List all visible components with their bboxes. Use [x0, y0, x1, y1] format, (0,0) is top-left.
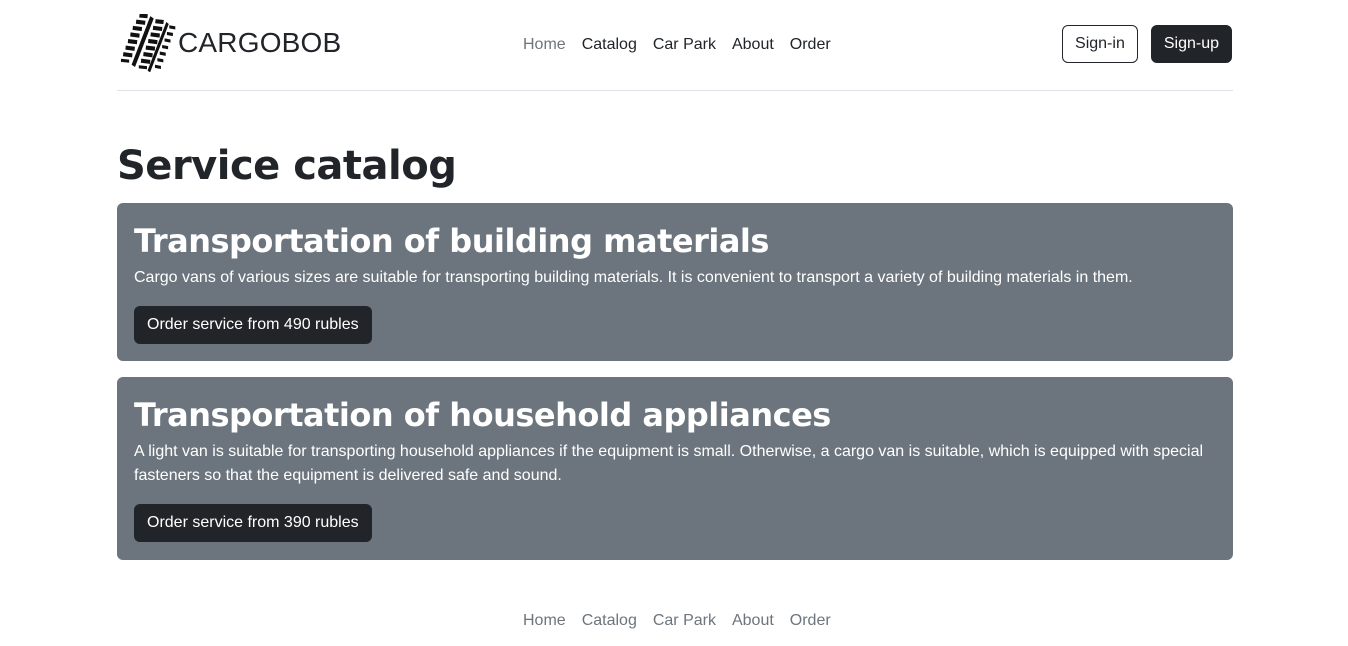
site-header: CARGOBOB Home Catalog Car Park About Ord… — [117, 0, 1233, 91]
tire-tracks-icon — [120, 14, 176, 72]
service-card: Transportation of household appliances A… — [117, 377, 1233, 560]
nav-car-park[interactable]: Car Park — [645, 33, 724, 57]
brand-name: CARGOBOB — [178, 27, 342, 58]
brand-link[interactable]: CARGOBOB — [120, 14, 341, 72]
order-service-button[interactable]: Order service from 390 rubles — [134, 504, 372, 542]
nav-catalog[interactable]: Catalog — [574, 33, 645, 57]
nav-about[interactable]: About — [724, 33, 782, 57]
auth-buttons: Sign-in Sign-up — [1062, 25, 1232, 63]
main-nav: Home Catalog Car Park About Order — [515, 33, 839, 57]
sign-in-button[interactable]: Sign-in — [1062, 25, 1138, 63]
service-title: Transportation of household appliances — [134, 396, 831, 434]
service-description: Cargo vans of various sizes are suitable… — [134, 269, 1133, 286]
footer-nav-order[interactable]: Order — [782, 609, 839, 633]
service-card: Transportation of building materials Car… — [117, 203, 1233, 361]
order-service-button[interactable]: Order service from 490 rubles — [134, 306, 372, 344]
nav-order[interactable]: Order — [782, 33, 839, 57]
footer-nav-car-park[interactable]: Car Park — [645, 609, 724, 633]
page-title: Service catalog — [117, 143, 457, 189]
footer-nav-about[interactable]: About — [724, 609, 782, 633]
footer-nav-catalog[interactable]: Catalog — [574, 609, 645, 633]
service-title: Transportation of building materials — [134, 222, 769, 260]
sign-up-button[interactable]: Sign-up — [1150, 25, 1232, 63]
page-container: CARGOBOB Home Catalog Car Park About Ord… — [117, 0, 1233, 629]
service-description: A light van is suitable for transporting… — [134, 443, 1204, 484]
footer-nav-home[interactable]: Home — [515, 609, 574, 633]
nav-home[interactable]: Home — [515, 33, 574, 57]
footer-nav: Home Catalog Car Park About Order — [515, 609, 839, 633]
